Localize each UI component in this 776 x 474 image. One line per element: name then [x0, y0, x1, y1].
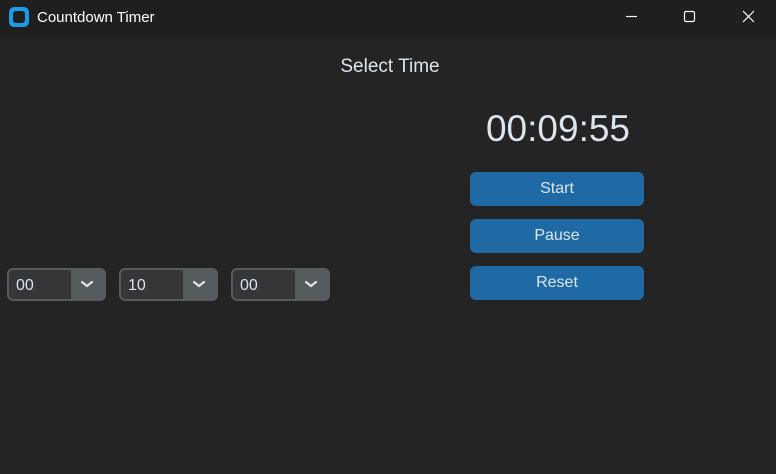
- chevron-down-icon: [80, 280, 94, 288]
- window-title: Countdown Timer: [37, 9, 155, 26]
- hours-combobox[interactable]: 00: [7, 268, 106, 301]
- minutes-value: 10: [128, 277, 146, 294]
- seconds-dropdown-button[interactable]: [295, 270, 328, 299]
- pause-button[interactable]: Pause: [470, 219, 644, 253]
- close-icon: [742, 10, 755, 23]
- hours-value: 00: [16, 277, 34, 294]
- app-icon: [9, 7, 29, 27]
- title-bar[interactable]: Countdown Timer: [0, 0, 776, 36]
- minutes-combobox[interactable]: 10: [119, 268, 218, 301]
- minimize-button[interactable]: [609, 0, 655, 34]
- minutes-dropdown-button[interactable]: [183, 270, 216, 299]
- chevron-down-icon: [192, 280, 206, 288]
- maximize-icon: [683, 10, 696, 23]
- start-button[interactable]: Start: [470, 172, 644, 206]
- select-time-label: Select Time: [340, 56, 440, 77]
- maximize-button[interactable]: [666, 0, 712, 34]
- timer-display: 00:09:55: [485, 108, 631, 149]
- app-window: Countdown Timer Select Time 00 10 00 00:…: [0, 0, 776, 474]
- seconds-value: 00: [240, 277, 258, 294]
- close-button[interactable]: [726, 0, 772, 34]
- minimize-icon: [626, 15, 637, 18]
- chevron-down-icon: [304, 280, 318, 288]
- reset-button[interactable]: Reset: [470, 266, 644, 300]
- seconds-combobox[interactable]: 00: [231, 268, 330, 301]
- hours-dropdown-button[interactable]: [71, 270, 104, 299]
